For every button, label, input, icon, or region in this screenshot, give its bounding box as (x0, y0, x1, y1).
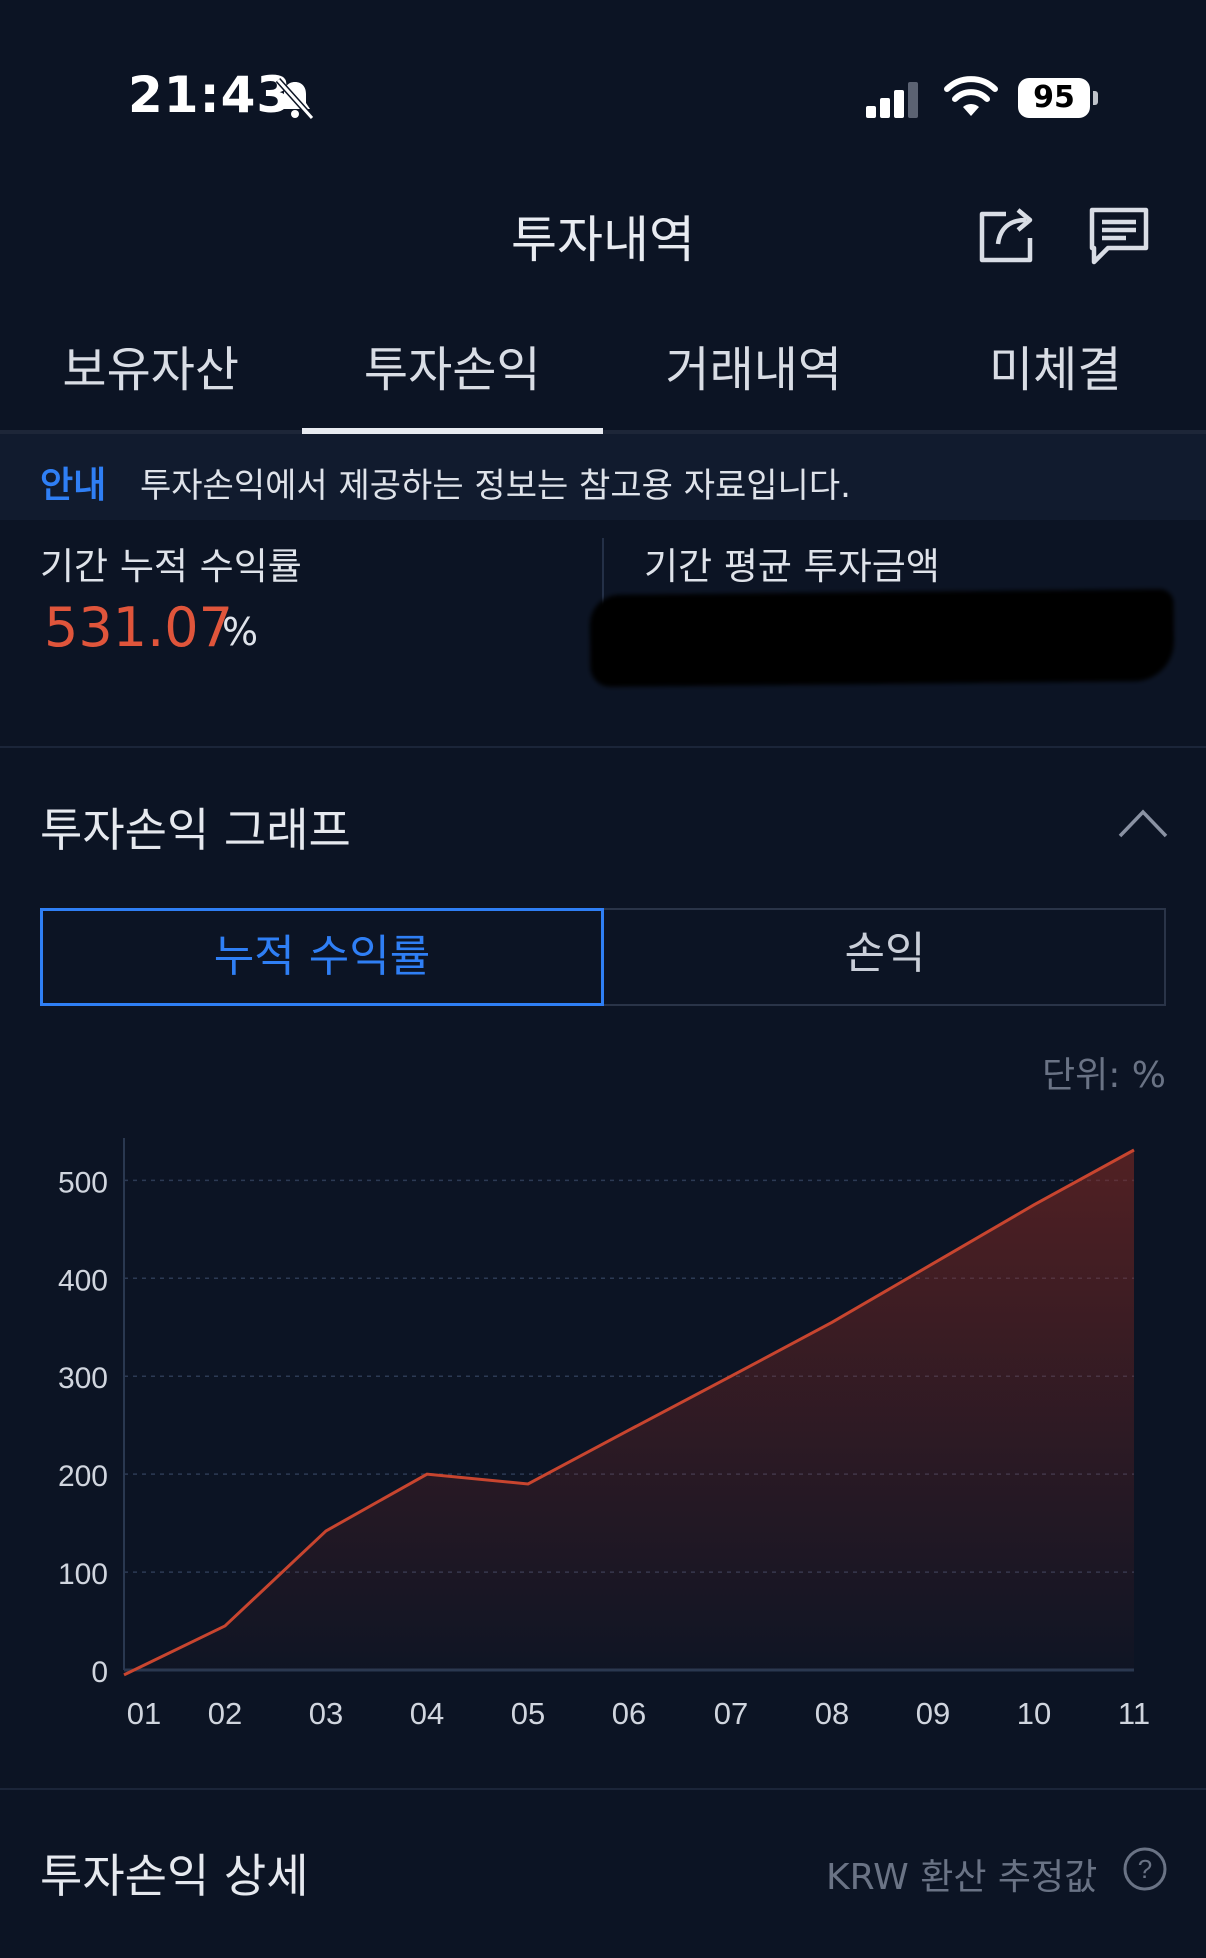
chevron-up-icon[interactable] (1116, 804, 1170, 844)
wifi-icon (944, 76, 998, 116)
x-tick-label: 03 (309, 1696, 343, 1731)
x-tick-label: 04 (410, 1696, 444, 1731)
chart-area-fill (124, 1150, 1134, 1675)
x-tick-label: 02 (208, 1696, 242, 1731)
notice-text: 투자손익에서 제공하는 정보는 참고용 자료입니다. (140, 466, 851, 506)
svg-text:?: ? (1138, 1854, 1152, 1884)
graph-section-title: 투자손익 그래프 (40, 803, 351, 857)
x-tick-label: 05 (511, 1696, 545, 1731)
y-tick-label: 300 (58, 1362, 108, 1395)
x-tick-label: 06 (612, 1696, 646, 1731)
detail-section-title: 투자손익 상세 (40, 1849, 309, 1903)
x-tick-label: 07 (714, 1696, 748, 1731)
tab-unfilled[interactable]: 미체결 (905, 330, 1206, 434)
cumulative-return-unit: % (222, 610, 259, 654)
y-tick-label: 500 (58, 1166, 108, 1199)
tab-holdings[interactable]: 보유자산 (0, 330, 302, 434)
redacted-avg-invest-value (589, 588, 1175, 688)
toggle-cumulative-return[interactable]: 누적 수익률 (40, 908, 604, 1006)
y-tick-label: 0 (91, 1656, 108, 1689)
battery-percent: 95 (1033, 80, 1075, 115)
cumulative-return-value: 531.07 (44, 596, 233, 659)
avg-invest-label: 기간 평균 투자금액 (644, 545, 940, 588)
graph-mode-toggle: 누적 수익률 손익 (40, 908, 1166, 1006)
notice-tag: 안내 (40, 465, 107, 506)
chart-unit-label: 단위: % (1041, 1055, 1166, 1096)
signal-icon (866, 82, 918, 118)
x-tick-label: 08 (815, 1696, 849, 1731)
tab-bar: 보유자산 투자손익 거래내역 미체결 (0, 330, 1206, 434)
y-tick-label: 400 (58, 1264, 108, 1297)
tab-profit-loss[interactable]: 투자손익 (301, 330, 604, 434)
muted-bell-icon (275, 77, 315, 121)
tab-transactions[interactable]: 거래내역 (603, 330, 905, 434)
x-tick-label: 11 (1118, 1696, 1150, 1731)
section-divider-2 (0, 1788, 1206, 1790)
toggle-profit-loss[interactable]: 손익 (604, 908, 1166, 1006)
help-icon[interactable]: ? (1122, 1846, 1168, 1892)
battery-indicator: 95 (1018, 78, 1098, 118)
x-tick-label: 10 (1017, 1696, 1051, 1731)
y-tick-label: 100 (58, 1558, 108, 1591)
x-tick-label: 09 (916, 1696, 950, 1731)
share-icon[interactable] (976, 202, 1042, 264)
message-icon[interactable] (1086, 204, 1152, 266)
krw-estimate-note: KRW 환산 추정값 (826, 1857, 1098, 1898)
x-tick-label: 01 (127, 1696, 161, 1731)
section-divider (0, 746, 1206, 748)
cumulative-return-label: 기간 누적 수익률 (40, 545, 302, 588)
status-time: 21:43 (128, 66, 293, 124)
cumulative-return-chart: 0 100 200 300 400 500 01 02 03 04 05 06 07 08 09 10 11 (58, 1138, 1150, 1731)
y-tick-label: 200 (58, 1460, 108, 1493)
